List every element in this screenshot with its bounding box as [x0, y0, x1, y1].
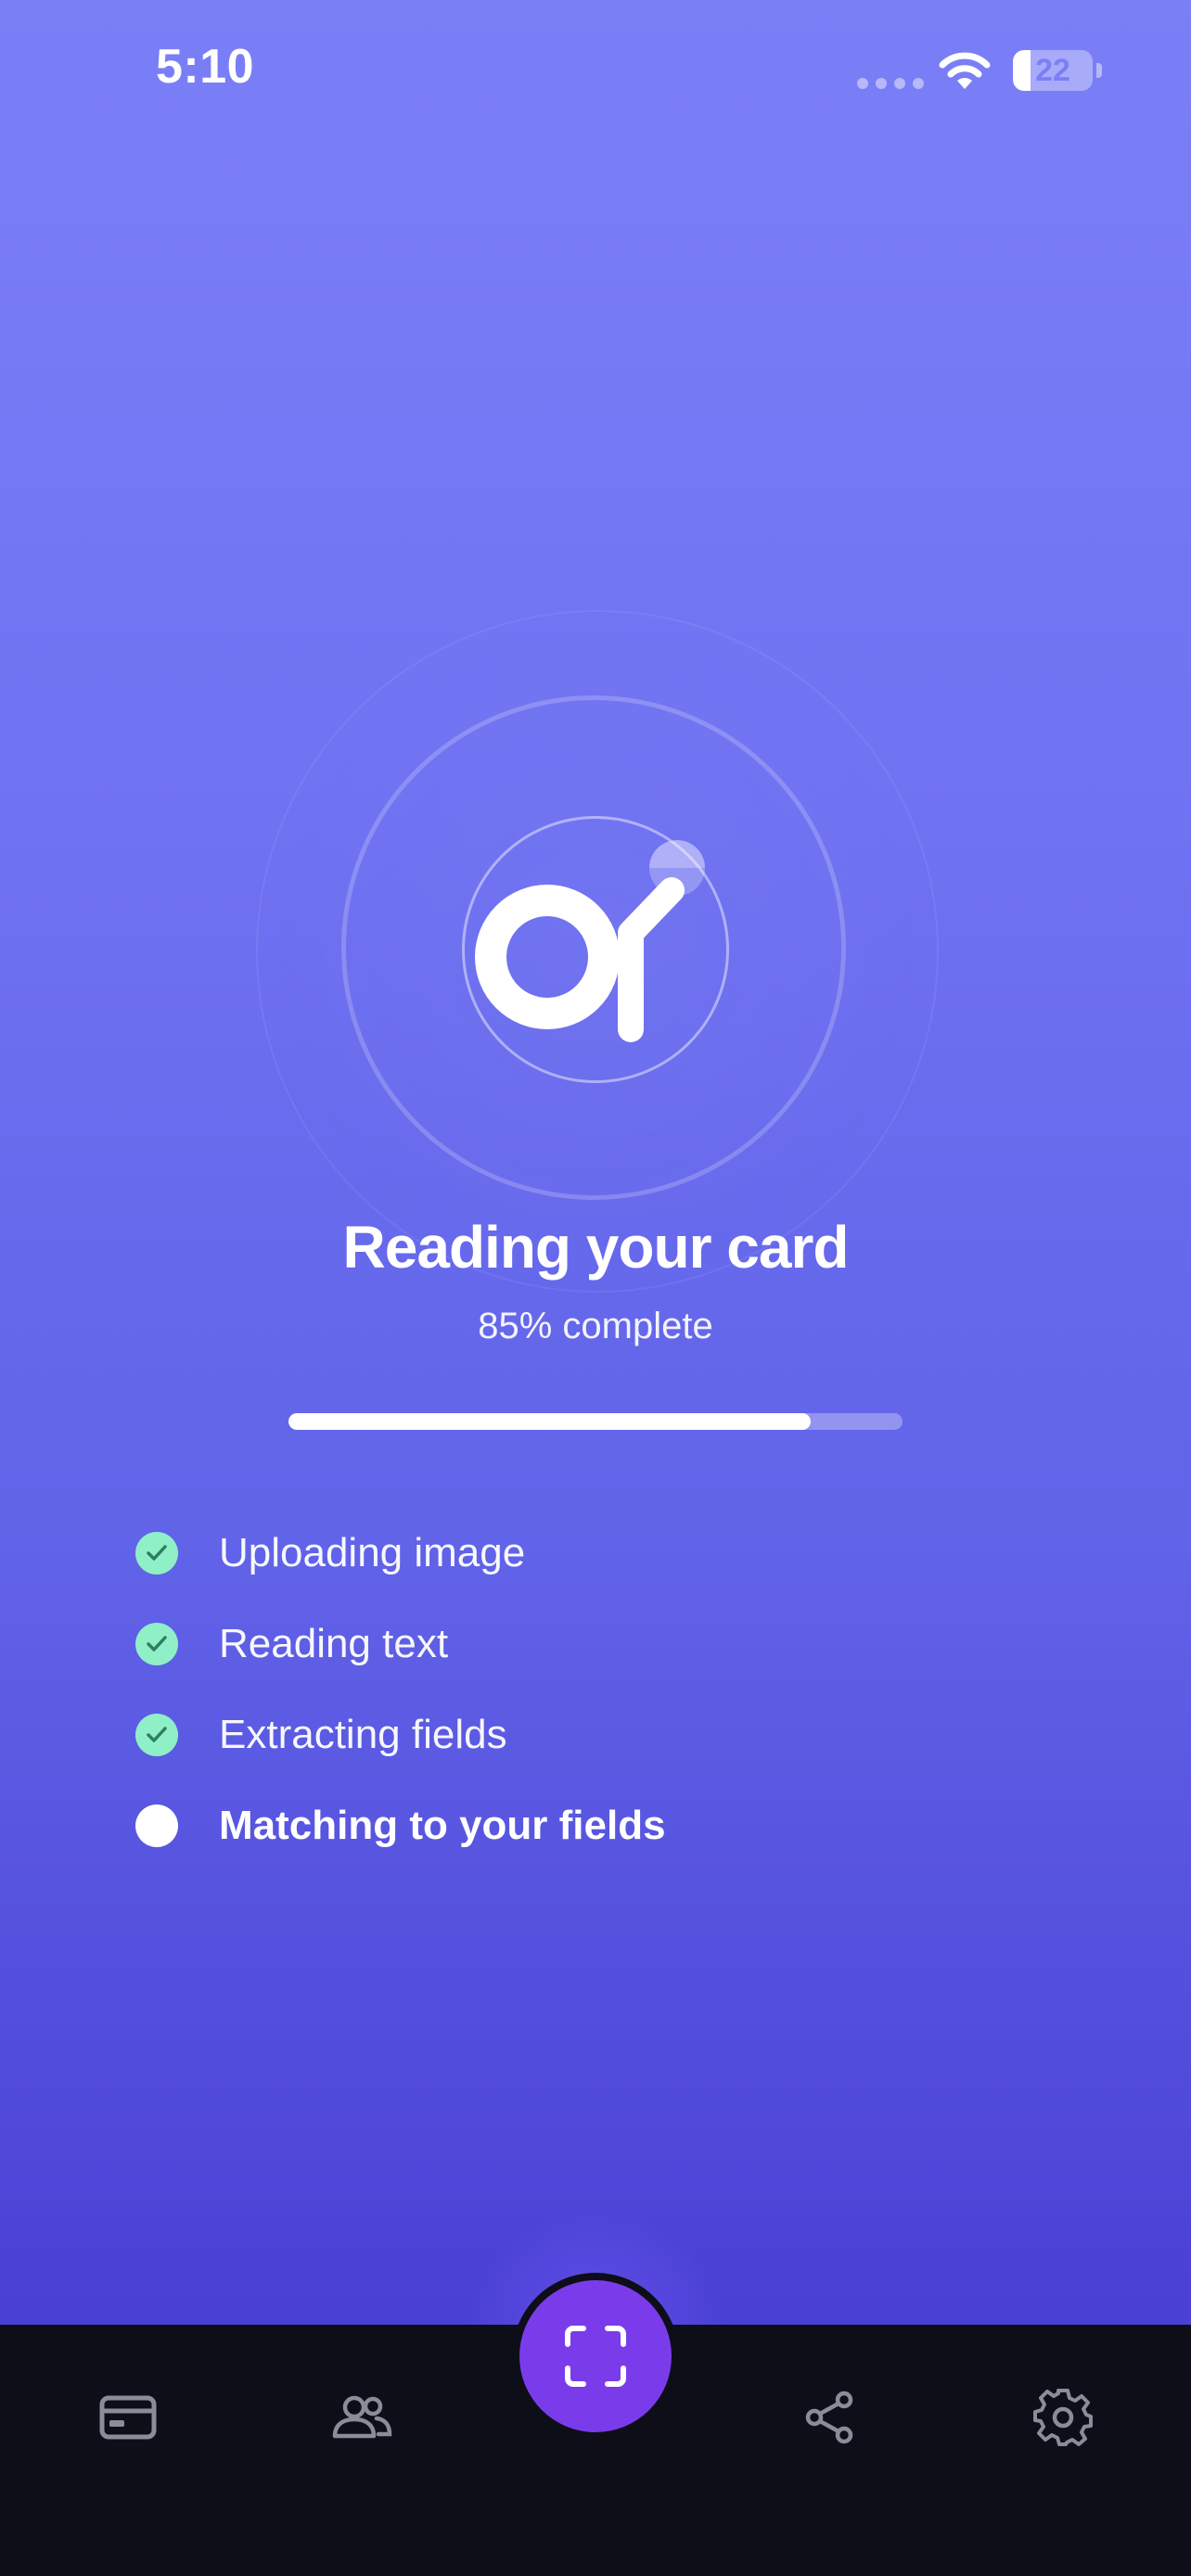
check-icon — [135, 1623, 178, 1665]
step-item: Uploading image — [135, 1508, 1063, 1599]
battery-icon: 22 — [1013, 50, 1093, 91]
step-item: Extracting fields — [135, 1690, 1063, 1780]
card-icon — [99, 2395, 157, 2440]
settings-icon — [1033, 2389, 1093, 2446]
step-label: Matching to your fields — [219, 1803, 666, 1848]
check-icon — [135, 1532, 178, 1575]
status-time: 5:10 — [156, 40, 255, 94]
tab-contacts[interactable] — [320, 2382, 403, 2453]
step-item: Reading text — [135, 1599, 1063, 1690]
cellular-signal-icon — [857, 78, 924, 89]
loader-title: Reading your card — [342, 1214, 850, 1281]
share-icon — [805, 2391, 853, 2444]
progress-bar-fill — [288, 1413, 811, 1430]
progress-percentage: 85% complete — [478, 1306, 713, 1346]
tab-cards[interactable] — [86, 2382, 170, 2453]
battery-cap — [1096, 63, 1102, 78]
step-label: Uploading image — [219, 1530, 526, 1575]
status-bar: 5:10 22 — [0, 0, 1191, 139]
step-item-current: Matching to your fields — [135, 1780, 1063, 1871]
in-progress-dot-icon — [135, 1804, 178, 1847]
scan-loader — [256, 610, 939, 1293]
tab-settings[interactable] — [1021, 2382, 1105, 2453]
wifi-icon — [939, 52, 991, 89]
battery-level: 22 — [1035, 53, 1070, 88]
check-icon — [135, 1714, 178, 1756]
tab-share[interactable] — [788, 2382, 871, 2453]
step-label: Reading text — [219, 1621, 449, 1666]
scan-progress-screen: 5:10 22 Reading your card 85% complete U… — [0, 0, 1191, 2576]
step-list: Uploading image Reading text Extracting … — [135, 1508, 1063, 1871]
contacts-icon — [332, 2395, 392, 2439]
app-logo-icon — [475, 840, 705, 1042]
scan-button[interactable] — [512, 2273, 679, 2440]
progress-bar — [288, 1413, 903, 1430]
step-label: Extracting fields — [219, 1712, 507, 1757]
scan-icon — [565, 2326, 626, 2387]
scan-button-inner — [519, 2280, 672, 2432]
